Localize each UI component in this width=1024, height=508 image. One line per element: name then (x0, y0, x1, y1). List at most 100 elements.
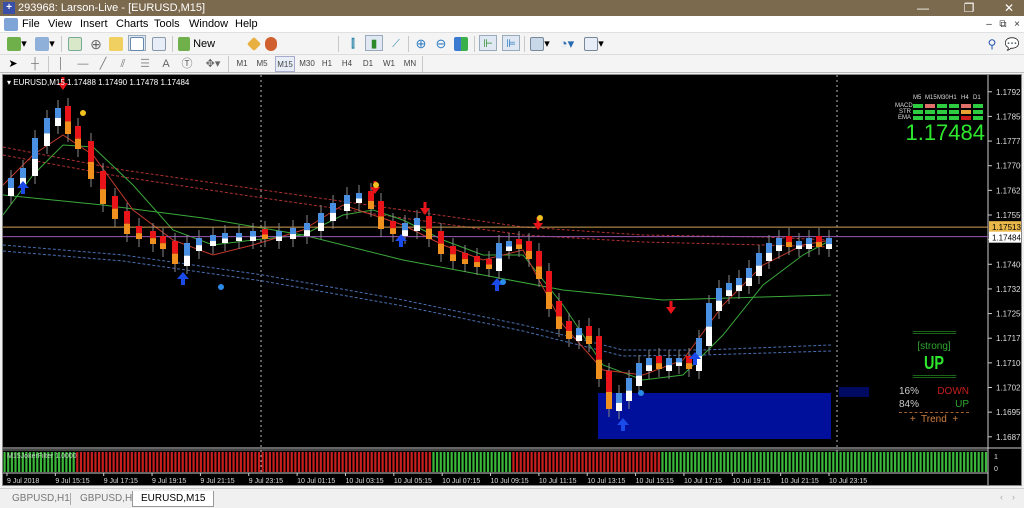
search-button[interactable]: ⚲ (985, 36, 999, 52)
tabs-scroll-right[interactable]: › (1012, 492, 1015, 502)
new-order-button[interactable]: New Order (178, 36, 240, 66)
filter-bar (737, 452, 740, 472)
chart-window[interactable]: 1.17925 1.17850 1.17775 1.17700 1.17625 1.175… (2, 74, 1022, 486)
filter-bar (268, 452, 272, 472)
menu-charts[interactable]: Charts (116, 17, 148, 32)
text-button[interactable]: A (160, 56, 172, 72)
market-watch-button[interactable] (67, 36, 83, 52)
timeframe-m5[interactable]: M5 (254, 56, 270, 72)
filter-bar (396, 452, 399, 472)
trendline-button[interactable]: ╱ (96, 56, 110, 72)
timeframe-m1[interactable]: M1 (234, 56, 250, 72)
timeframe-m15[interactable]: M15 (275, 56, 295, 72)
vertical-line-button[interactable]: │ (55, 56, 67, 72)
filter-bar (232, 452, 235, 472)
candle-body (666, 365, 672, 371)
restore-button[interactable]: ❐ (954, 0, 984, 16)
filter-bar (188, 452, 192, 472)
autotrading-button[interactable]: AutoTrading (265, 36, 335, 66)
chat-button[interactable]: 💬 (1004, 36, 1020, 52)
price-label: 1.17400 (996, 260, 1021, 269)
price-chart[interactable]: 1.17925 1.17850 1.17775 1.17700 1.17625 1.175… (3, 75, 1021, 485)
mtf-dashboard: M5 M15 M30 H1 H4 D1 MACD STR EMA 1.17484 (893, 95, 988, 145)
text-label-button[interactable]: Ⓣ (180, 56, 194, 72)
filter-bar (530, 452, 533, 472)
terminal-button[interactable] (128, 35, 146, 52)
menu-help[interactable]: Help (235, 17, 258, 32)
filter-bar (672, 452, 675, 472)
chart-window-icon[interactable] (4, 18, 18, 31)
strategy-tester-button[interactable] (151, 36, 167, 52)
timeframe-h1[interactable]: H1 (320, 56, 334, 72)
filter-bar (439, 452, 442, 472)
indicators-button[interactable]: ▾ (529, 36, 551, 52)
horizontal-line-button[interactable]: — (76, 56, 90, 72)
profiles-button[interactable]: ▾ (34, 36, 56, 52)
crosshair-button[interactable]: ┼ (28, 56, 42, 72)
periods-button[interactable]: ◔▾ (556, 36, 578, 52)
candle-body (506, 246, 512, 251)
menu-tools[interactable]: Tools (154, 17, 180, 32)
filter-bar (199, 452, 202, 472)
filter-bar (508, 452, 511, 472)
filter-bar (472, 452, 475, 472)
zoom-in-button[interactable]: ⊕ (413, 36, 429, 52)
filter-bar (617, 452, 620, 472)
timeframe-mn[interactable]: MN (402, 56, 418, 72)
navigator-button[interactable] (108, 36, 124, 52)
dashboard-rows: MACD STR EMA (893, 103, 988, 121)
channel-button[interactable]: ⫽ (116, 56, 130, 72)
candle-body (426, 228, 432, 239)
filter-bar (668, 452, 671, 472)
timeframe-m30[interactable]: M30 (298, 56, 316, 72)
data-window-button[interactable]: ⊕ (88, 36, 104, 52)
mdi-close-button[interactable]: × (1010, 18, 1024, 31)
mdi-minimize-button[interactable]: – (982, 18, 996, 31)
timeframe-h4[interactable]: H4 (340, 56, 354, 72)
price-label: 1.17325 (996, 285, 1021, 294)
mdi-restore-button[interactable]: ⧉ (996, 18, 1010, 31)
fibonacci-button[interactable]: ☰ (138, 56, 152, 72)
new-chart-button[interactable]: ▾ (6, 36, 28, 52)
filter-bar (792, 452, 795, 472)
candlestick-button[interactable]: ▮ (365, 35, 383, 51)
candle-body (736, 278, 742, 286)
text-label-icon: Ⓣ (181, 58, 193, 70)
menu-window[interactable]: Window (189, 17, 228, 32)
tab-gbpusd-h1[interactable]: GBPUSD,H1 (4, 491, 78, 507)
filter-bar (984, 452, 988, 472)
arrows-button[interactable]: ✥▾ (202, 56, 224, 72)
metaeditor-button[interactable] (246, 36, 262, 52)
bar-chart-button[interactable]: ⫿ (345, 36, 361, 52)
timeframe-w1[interactable]: W1 (382, 56, 396, 72)
minimize-button[interactable]: — (908, 0, 938, 16)
price-label: 1.17775 (996, 137, 1021, 146)
candle-body (596, 336, 602, 360)
tabs-scroll-left[interactable]: ‹ (1000, 492, 1003, 502)
candle-body (726, 290, 732, 296)
candle-body (438, 231, 444, 244)
candle-body (526, 250, 532, 259)
dashboard-tf-h4: H4 (961, 95, 969, 101)
bar-chart-icon: ⫿ (351, 38, 355, 50)
menu-file[interactable]: File (22, 17, 40, 32)
candle-body (330, 203, 336, 213)
tab-eurusd-m15[interactable]: EURUSD,M15 (132, 491, 215, 507)
down-percent: 16% (899, 386, 920, 397)
filter-bar (646, 452, 650, 472)
templates-button[interactable]: ▾ (583, 36, 605, 52)
auto-scroll-button[interactable]: ⊩ (479, 35, 497, 51)
tile-windows-button[interactable] (453, 36, 469, 52)
filter-bar (963, 452, 966, 472)
zoom-out-button[interactable]: ⊖ (433, 36, 449, 52)
candle-body (75, 138, 81, 149)
menu-view[interactable]: View (48, 17, 72, 32)
timeframe-d1[interactable]: D1 (361, 56, 375, 72)
close-button[interactable]: ✕ (994, 0, 1024, 16)
cursor-button[interactable]: ➤ (6, 56, 20, 72)
menu-insert[interactable]: Insert (80, 17, 108, 32)
filter-bar (541, 452, 544, 472)
chart-shift-button[interactable]: ⊫ (502, 35, 520, 51)
candle-body (426, 216, 432, 229)
line-chart-button[interactable]: ⟋ (388, 36, 404, 52)
